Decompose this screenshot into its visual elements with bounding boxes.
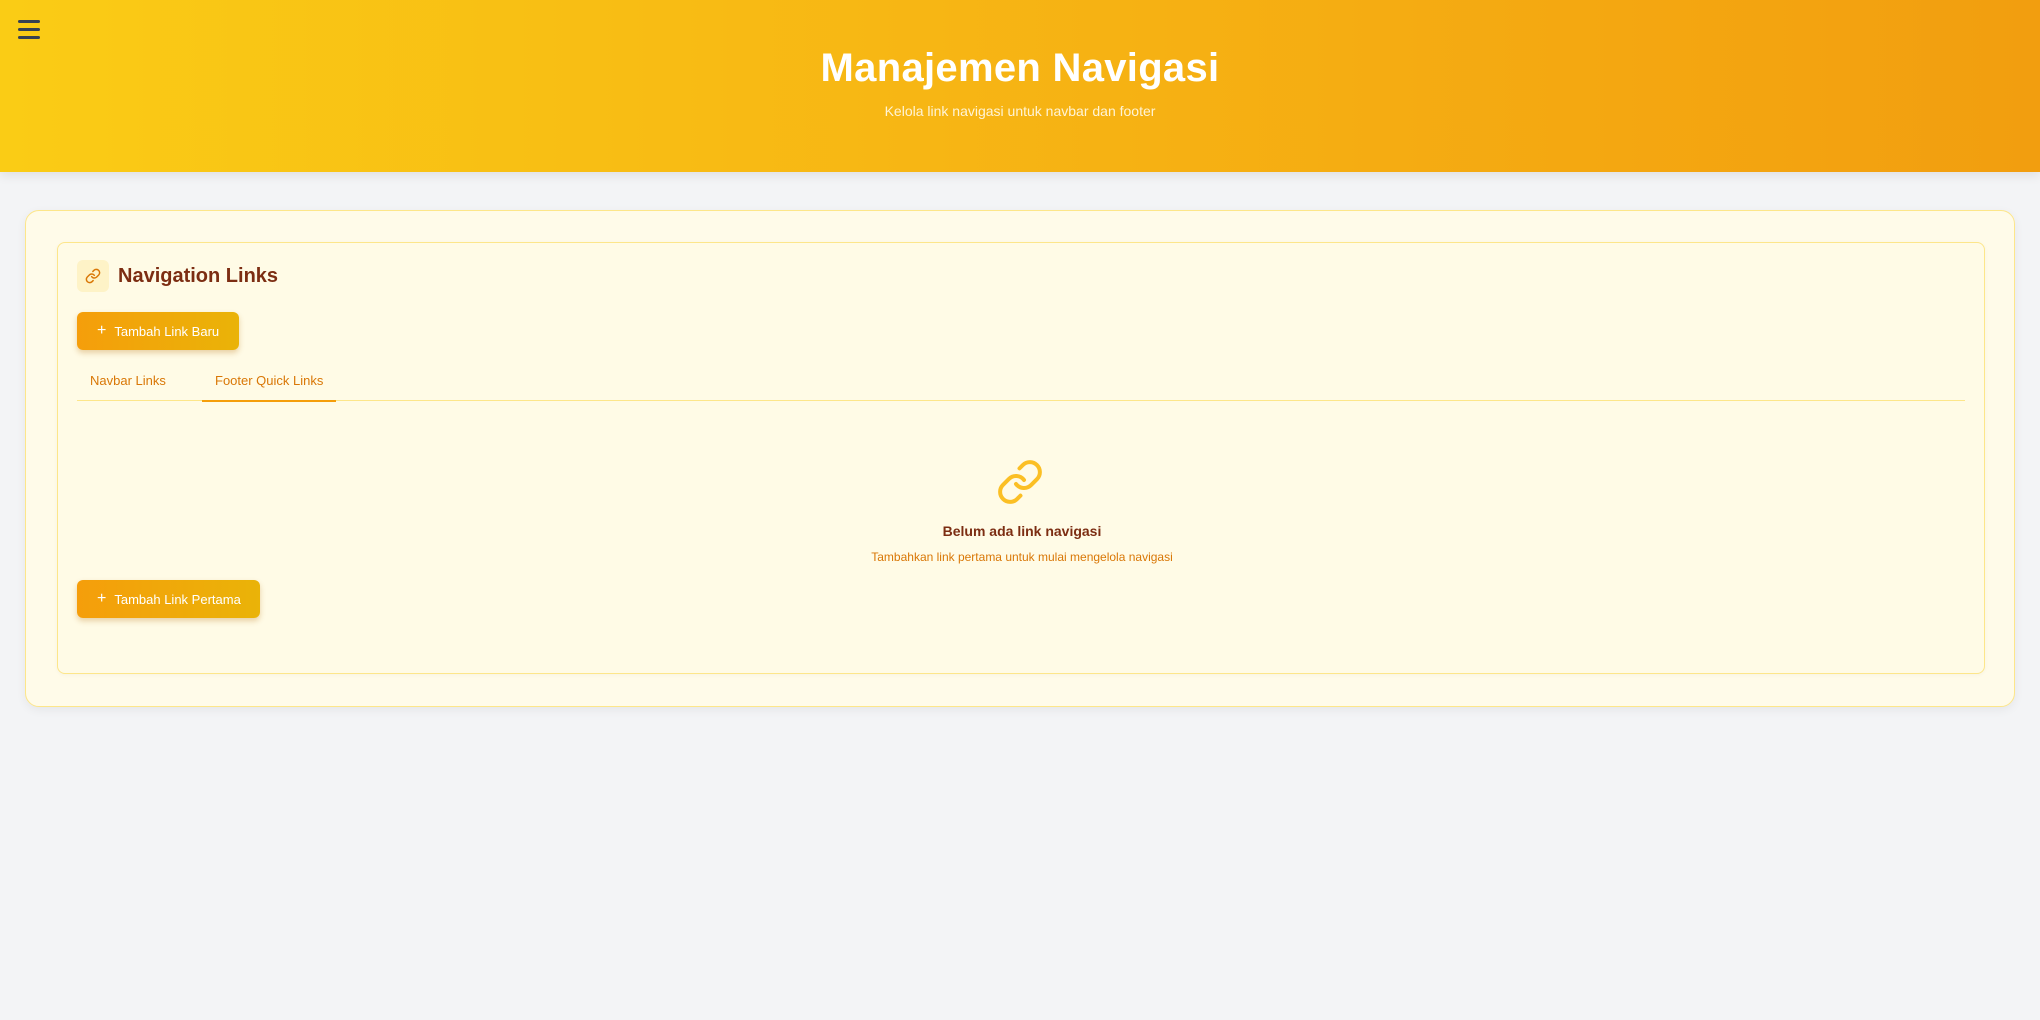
page-header: Manajemen Navigasi Kelola link navigasi … bbox=[0, 0, 2040, 172]
add-first-link-button-label: Tambah Link Pertama bbox=[114, 591, 241, 607]
add-link-button[interactable]: + Tambah Link Baru bbox=[77, 312, 239, 350]
content-panel: Navigation Links + Tambah Link Baru Navb… bbox=[25, 210, 2015, 707]
page-title: Manajemen Navigasi bbox=[820, 46, 1220, 90]
tab-navbar-links[interactable]: Navbar Links bbox=[77, 369, 179, 401]
hamburger-menu-icon[interactable] bbox=[18, 20, 40, 42]
card-title: Navigation Links bbox=[118, 265, 279, 287]
page-subtitle: Kelola link navigasi untuk navbar dan fo… bbox=[884, 103, 1156, 119]
plus-icon: + bbox=[97, 322, 107, 339]
link-icon bbox=[77, 260, 109, 292]
link-tabs: Navbar Links Footer Quick Links bbox=[77, 369, 1965, 402]
add-first-link-button[interactable]: + Tambah Link Pertama bbox=[77, 580, 260, 618]
empty-state-description: Tambahkan link pertama untuk mulai menge… bbox=[871, 550, 1173, 564]
empty-state-link-icon bbox=[996, 458, 1044, 506]
add-link-button-label: Tambah Link Baru bbox=[114, 323, 220, 339]
plus-icon: + bbox=[97, 590, 107, 607]
navigation-links-card: Navigation Links + Tambah Link Baru Navb… bbox=[57, 242, 1985, 674]
tab-footer-quick-links[interactable]: Footer Quick Links bbox=[202, 369, 337, 402]
empty-state-title: Belum ada link navigasi bbox=[942, 523, 1102, 539]
